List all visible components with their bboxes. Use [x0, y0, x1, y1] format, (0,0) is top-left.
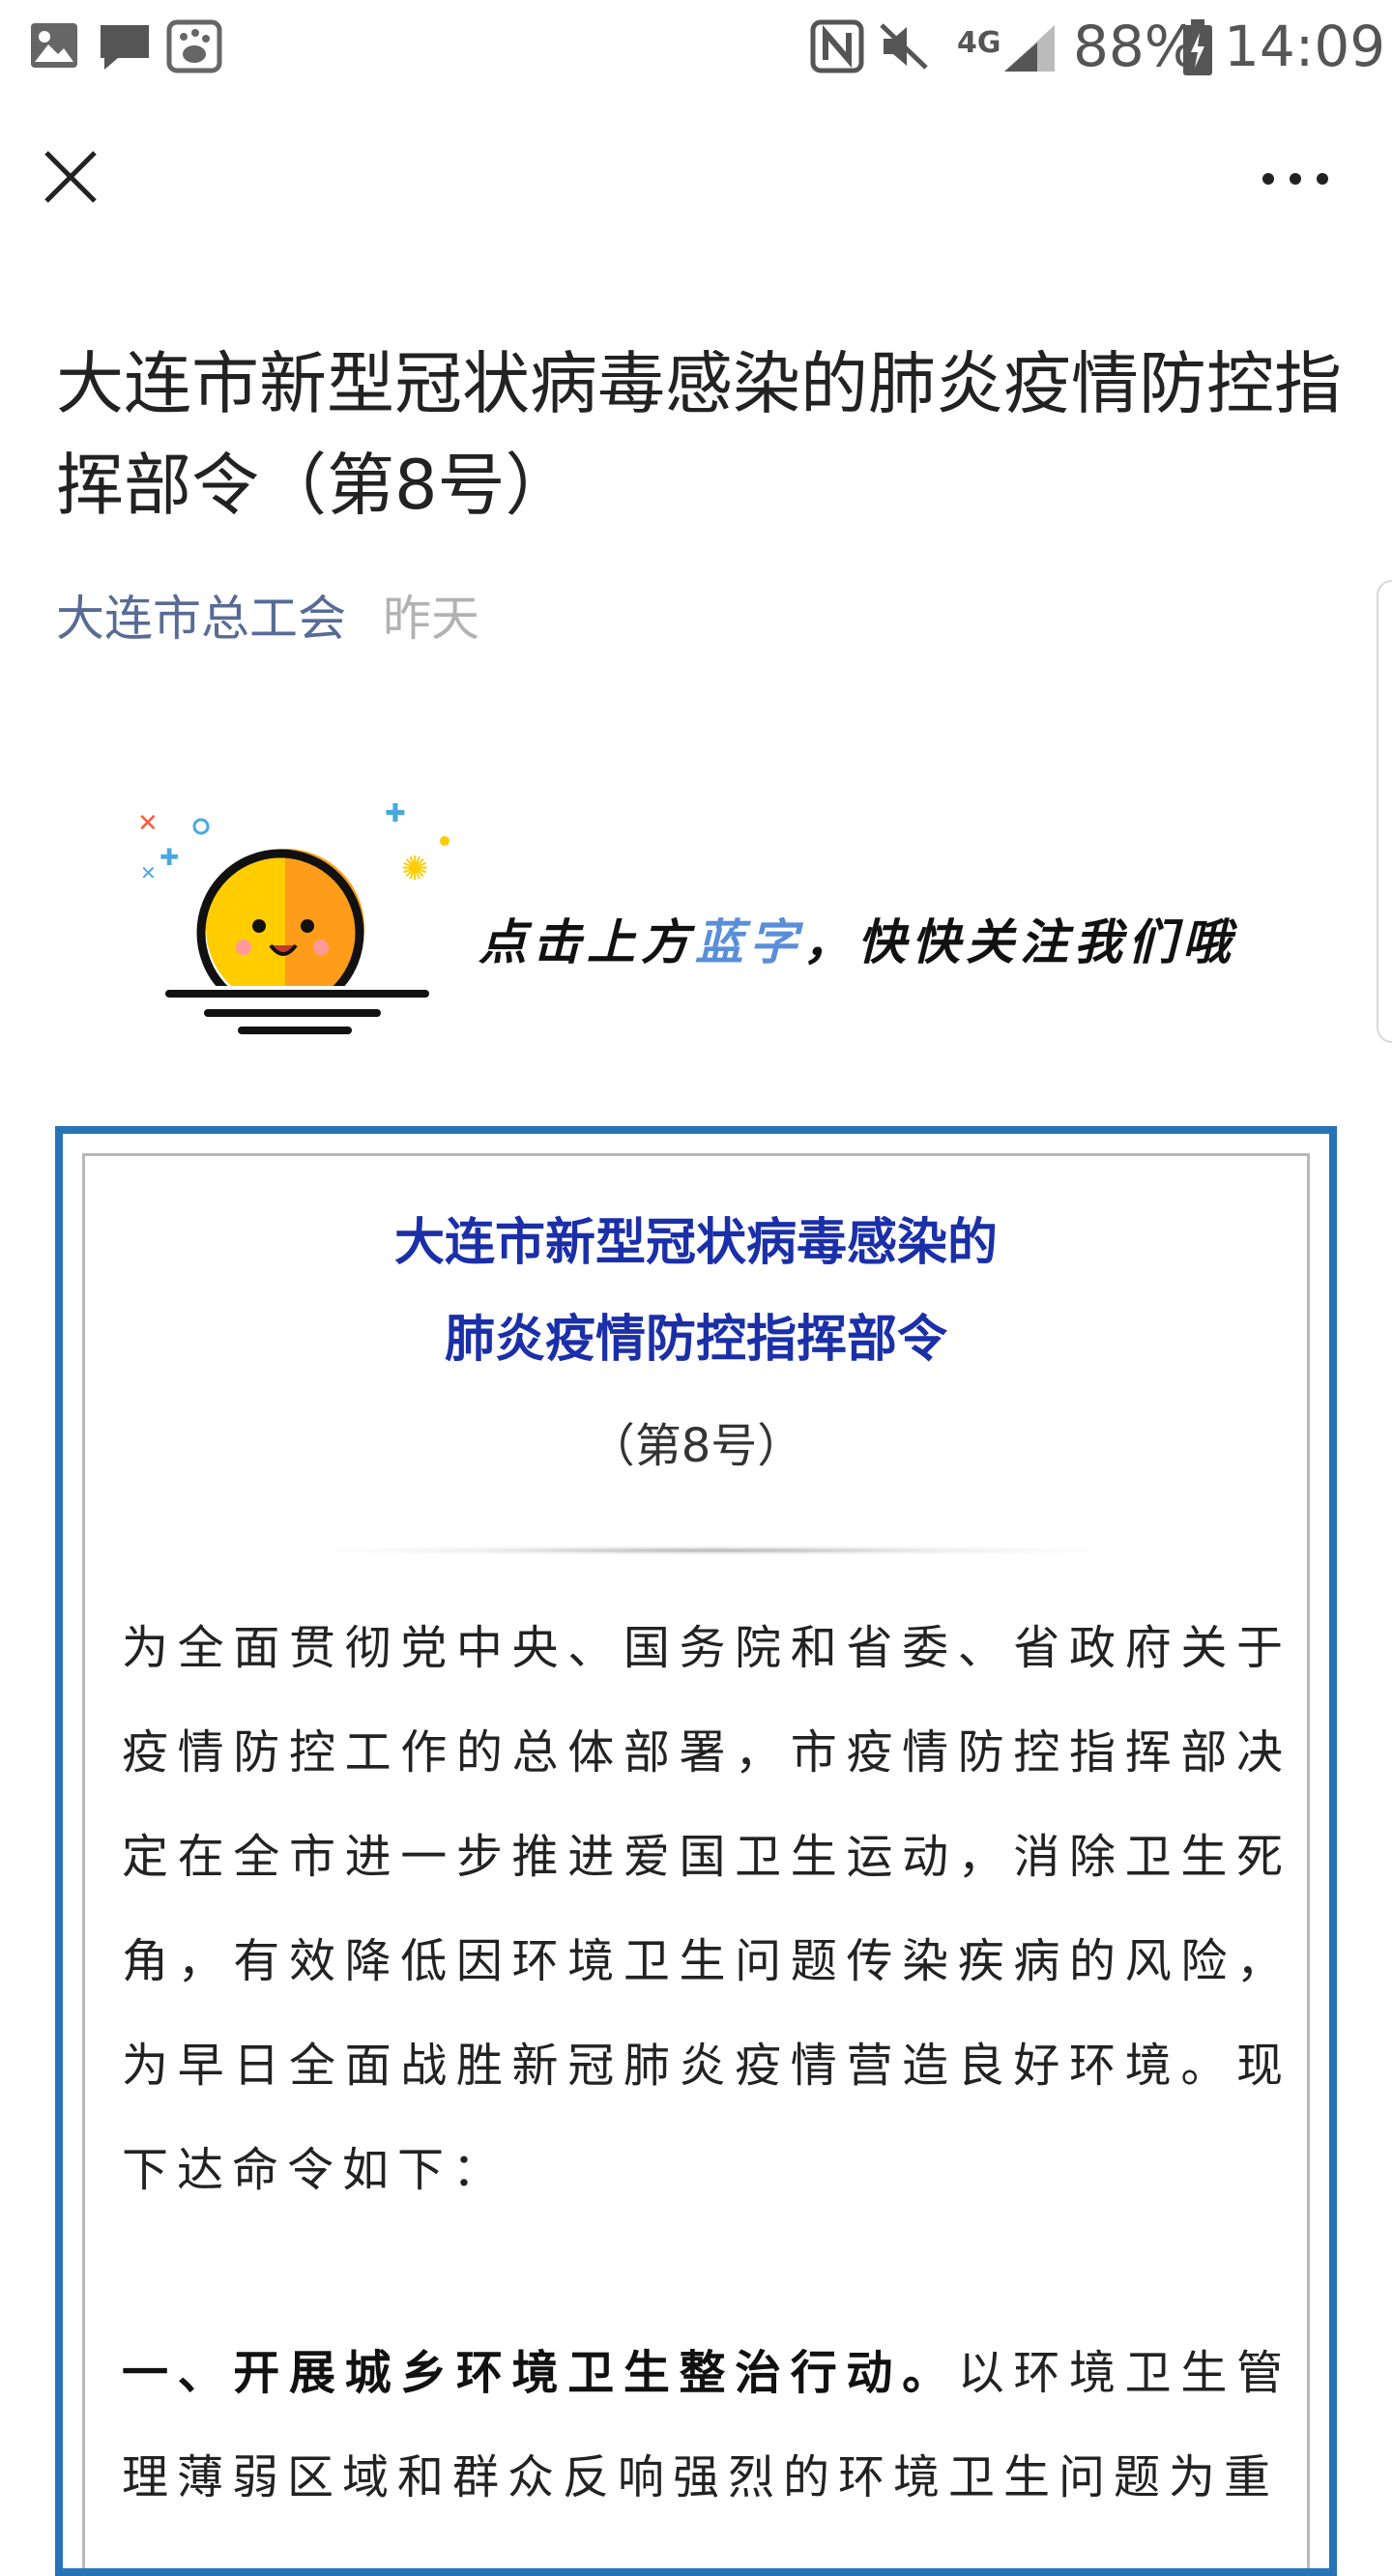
nfc-icon [810, 19, 864, 73]
sun-mascot-icon: ✕ ✚ ✕ ✚ ✺ [137, 799, 450, 1034]
article-title: 大连市新型冠状病毒感染的肺炎疫情防控指挥部令（第8号） [56, 344, 1342, 525]
article-meta: 大连市总工会 昨天 [56, 590, 479, 648]
document-body: 大连市新型冠状病毒感染的 肺炎疫情防控指挥部令 （第8号） 为全面贯彻党中央、国… [82, 1153, 1310, 2568]
intro-paragraph: 为全面贯彻党中央、国务院和省委、省政府关于疫情防控工作的总体部署，市疫情防控指挥… [122, 1621, 1291, 2197]
svg-text:✕: ✕ [140, 861, 157, 884]
svg-text:✺: ✺ [401, 850, 429, 888]
baidu-icon [166, 19, 222, 73]
svg-text:✚: ✚ [160, 844, 179, 871]
follow-banner: ✕ ✚ ✕ ✚ ✺ 点击上方蓝字，快快关注我们哦 [116, 773, 1315, 1054]
publish-date: 昨天 [383, 591, 479, 647]
signal-icon [1004, 25, 1055, 72]
author-link[interactable]: 大连市总工会 [56, 591, 346, 647]
close-icon[interactable] [39, 145, 106, 213]
section1-paragraph: 一、开展城乡环境卫生整治行动。以环境卫生管理薄弱区域和群众反响强烈的环境卫生问题… [122, 2321, 1291, 2530]
svg-text:✚: ✚ [385, 799, 406, 828]
more-icon[interactable] [1257, 164, 1334, 193]
gallery-icon [31, 23, 77, 68]
section1-heading: 一、开展城乡环境卫生整治行动。 [122, 2346, 958, 2400]
battery-icon [1183, 19, 1212, 75]
clock: 14:09 [1224, 14, 1386, 79]
svg-text:✕: ✕ [137, 809, 159, 838]
document-number: （第8号） [588, 1419, 804, 1473]
document-title-line1: 大连市新型冠状病毒感染的 [393, 1214, 998, 1272]
document-title-line2: 肺炎疫情防控指挥部令 [444, 1311, 947, 1369]
battery-percent: 88% [1073, 14, 1198, 79]
message-icon [101, 25, 149, 70]
side-scroll-handle[interactable] [1377, 580, 1392, 1043]
banner-text: 点击上方蓝字，快快关注我们哦 [478, 914, 1236, 970]
mute-icon [880, 23, 928, 70]
section-divider [327, 1546, 1100, 1555]
status-bar: 4G 88% 14:09 [0, 0, 1392, 97]
document-frame: 大连市新型冠状病毒感染的 肺炎疫情防控指挥部令 （第8号） 为全面贯彻党中央、国… [55, 1126, 1337, 2576]
network-type: 4G [957, 26, 1001, 60]
